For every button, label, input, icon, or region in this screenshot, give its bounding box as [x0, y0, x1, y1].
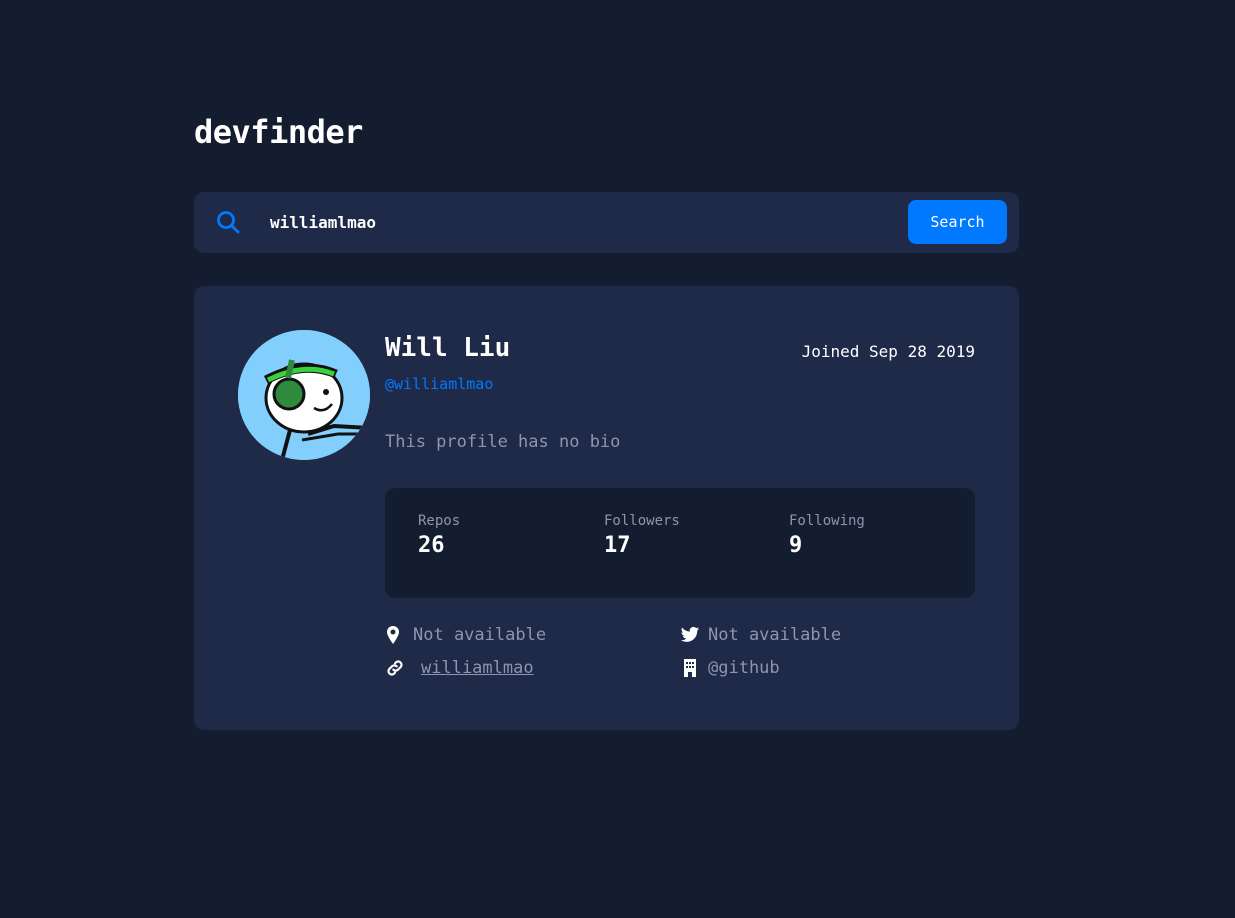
stat-followers: Followers 17: [604, 513, 680, 558]
profile-card: Will Liu @williamlmao Joined Sep 28 2019…: [194, 286, 1019, 730]
joined-date: Joined Sep 28 2019: [801, 342, 975, 361]
twitter-text: Not available: [708, 625, 842, 645]
stat-following-value: 9: [789, 533, 803, 558]
stat-repos-label: Repos: [418, 513, 461, 529]
app-title: devfinder: [194, 113, 363, 151]
company-text: @github: [708, 658, 780, 678]
stat-following-label: Following: [789, 513, 865, 529]
link-icon: [387, 660, 403, 676]
avatar: [238, 330, 370, 460]
location-info: Not available: [385, 625, 546, 645]
avatar-image: [238, 330, 370, 460]
search-icon: [217, 211, 240, 234]
stat-repos-value: 26: [418, 533, 445, 558]
profile-login[interactable]: @williamlmao: [385, 375, 493, 393]
search-button[interactable]: Search: [908, 200, 1007, 244]
stat-repos: Repos 26: [418, 513, 460, 558]
profile-bio: This profile has no bio: [385, 432, 621, 452]
stat-followers-value: 17: [604, 533, 631, 558]
blog-link[interactable]: williamlmao: [421, 658, 534, 678]
location-text: Not available: [413, 625, 547, 645]
twitter-info: Not available: [680, 625, 841, 645]
location-pin-icon: [387, 626, 399, 644]
stat-followers-label: Followers: [604, 513, 680, 529]
blog-info: williamlmao: [385, 658, 534, 678]
stats-panel: Repos 26 Followers 17 Following 9: [385, 488, 975, 598]
twitter-icon: [680, 626, 700, 642]
search-bar: Search: [194, 192, 1019, 253]
profile-name: Will Liu: [385, 333, 511, 363]
office-building-icon: [684, 659, 696, 677]
search-input[interactable]: [270, 206, 890, 238]
company-info: @github: [680, 658, 780, 678]
stat-following: Following 9: [789, 513, 865, 558]
